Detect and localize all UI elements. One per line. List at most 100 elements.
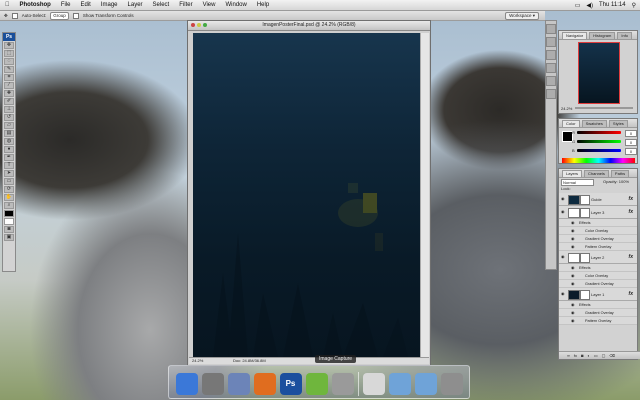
tab-channels[interactable]: Channels (584, 170, 609, 177)
add-style-icon[interactable]: fx (574, 353, 577, 358)
effect-row[interactable]: ◉ Gradient Overlay (559, 235, 637, 243)
visibility-eye-icon[interactable]: ◉ (561, 196, 566, 201)
eraser-tool[interactable]: ▱ (4, 122, 14, 129)
screen-mode-tool[interactable]: ▣ (4, 234, 14, 241)
move-tool[interactable]: ✥ (4, 42, 14, 49)
battery-icon[interactable]: ▭ (575, 2, 581, 9)
downloads-folder-icon[interactable] (414, 372, 437, 395)
firefox-icon[interactable] (253, 372, 276, 395)
menu-help[interactable]: Help (252, 2, 274, 8)
show-transform-checkbox[interactable] (72, 12, 79, 19)
menu-select[interactable]: Select (148, 2, 175, 8)
menu-view[interactable]: View (198, 2, 221, 8)
hand-tool[interactable]: ✋ (4, 194, 14, 201)
paragraph-panel-icon[interactable] (546, 76, 556, 86)
blue-slider[interactable] (577, 149, 621, 152)
preview-icon[interactable] (227, 372, 250, 395)
effect-row[interactable]: ◉ Pattern Overlay (559, 243, 637, 251)
layer-effects-icon[interactable]: fx (629, 254, 633, 260)
effect-visibility-eye-icon[interactable]: ◉ (571, 265, 575, 270)
effect-row[interactable]: ◉ Color Overlay (559, 227, 637, 235)
layer-opacity[interactable]: Opacity: 100% (603, 179, 629, 184)
foreground-color-swatch[interactable] (4, 210, 14, 217)
system-preferences-icon[interactable] (201, 372, 224, 395)
layer-mask-thumbnail[interactable] (580, 195, 590, 205)
spotlight-icon[interactable]: ⚲ (632, 2, 636, 9)
quick-mask-tool[interactable]: ◙ (4, 226, 14, 233)
layer-row[interactable]: ◉ Guide fx (559, 193, 637, 206)
move-tool-icon[interactable]: ✥ (4, 13, 8, 19)
apple-icon[interactable]:  (0, 2, 15, 8)
menu-app-name[interactable]: Photoshop (15, 2, 56, 8)
tab-navigator[interactable]: Navigator (562, 32, 588, 39)
menu-clock[interactable]: Thu 11:14 (599, 2, 626, 8)
layer-effects-icon[interactable]: fx (629, 209, 633, 215)
photoshop-icon[interactable]: Ps (279, 372, 302, 395)
type-tool[interactable]: T (4, 162, 14, 169)
minimize-window-icon[interactable] (197, 23, 201, 27)
quick-selection-tool[interactable]: ✎ (4, 66, 14, 73)
trash-icon[interactable] (440, 372, 463, 395)
layer-mask-thumbnail[interactable] (580, 208, 590, 218)
3d-rotate-tool[interactable]: ⟳ (4, 186, 14, 193)
document-icon[interactable] (362, 372, 385, 395)
history-panel-icon[interactable] (546, 24, 556, 34)
effects-header-row[interactable]: ◉ Effects (559, 301, 637, 309)
menu-layer[interactable]: Layer (123, 2, 148, 8)
effect-row[interactable]: ◉ Gradient Overlay (559, 309, 637, 317)
visibility-eye-icon[interactable]: ◉ (561, 254, 566, 259)
history-brush-tool[interactable]: ↺ (4, 114, 14, 121)
effect-visibility-eye-icon[interactable]: ◉ (571, 220, 575, 225)
brush-tool[interactable]: ✐ (4, 98, 14, 105)
image-capture-icon[interactable] (331, 372, 354, 395)
auto-select-dropdown[interactable]: Group (50, 11, 69, 20)
menu-filter[interactable]: Filter (174, 2, 197, 8)
menu-image[interactable]: Image (96, 2, 123, 8)
zoom-window-icon[interactable] (203, 23, 207, 27)
zoom-tool[interactable]: ⌕ (4, 202, 14, 209)
tab-layers[interactable]: Layers (562, 170, 583, 177)
tab-color[interactable]: Color (562, 120, 580, 127)
effect-visibility-eye-icon[interactable]: ◉ (571, 244, 575, 249)
blend-mode-dropdown[interactable]: Normal (561, 179, 594, 186)
layer-mask-thumbnail[interactable] (580, 290, 590, 300)
add-mask-icon[interactable]: ◙ (581, 353, 583, 358)
menu-file[interactable]: File (56, 2, 76, 8)
tab-styles[interactable]: Styles (608, 120, 628, 127)
background-color-swatch[interactable] (4, 218, 14, 225)
green-value[interactable]: 0 (625, 139, 637, 146)
layer-row[interactable]: ◉ Layer 1 fx (559, 288, 637, 301)
effect-row[interactable]: ◉ Color Overlay (559, 272, 637, 280)
workspace-button[interactable]: Workspace ▾ (505, 11, 539, 20)
lasso-tool[interactable]: ◌ (4, 58, 14, 65)
vertical-scrollbar[interactable] (420, 33, 429, 357)
effect-visibility-eye-icon[interactable]: ◉ (571, 281, 575, 286)
effect-visibility-eye-icon[interactable]: ◉ (571, 310, 575, 315)
actions-panel-icon[interactable] (546, 37, 556, 47)
layer-effects-icon[interactable]: fx (629, 196, 633, 202)
effect-visibility-eye-icon[interactable]: ◉ (571, 302, 575, 307)
layer-mask-thumbnail[interactable] (580, 253, 590, 263)
navigator-zoom-slider[interactable] (575, 107, 633, 109)
finder-icon[interactable] (175, 372, 198, 395)
effect-visibility-eye-icon[interactable]: ◉ (571, 318, 575, 323)
new-group-icon[interactable]: ▭ (594, 353, 598, 358)
effect-row[interactable]: ◉ Pattern Overlay (559, 317, 637, 325)
effects-header-row[interactable]: ◉ Effects (559, 219, 637, 227)
tab-paths[interactable]: Paths (610, 170, 630, 177)
document-title-bar[interactable]: ImagenPosterFinal.psd @ 24.2% (RGB/8) (188, 21, 430, 31)
brushes-panel-icon[interactable] (546, 50, 556, 60)
red-slider[interactable] (577, 131, 621, 134)
new-layer-icon[interactable]: ▢ (602, 353, 606, 358)
path-selection-tool[interactable]: ➤ (4, 170, 14, 177)
layer-row[interactable]: ◉ Layer 2 fx (559, 251, 637, 264)
layer-effects-icon[interactable]: fx (629, 291, 633, 297)
effect-row[interactable]: ◉ Gradient Overlay (559, 280, 637, 288)
marquee-tool[interactable]: ⬚ (4, 50, 14, 57)
delete-layer-icon[interactable]: ⌫ (609, 353, 615, 358)
effects-header-row[interactable]: ◉ Effects (559, 264, 637, 272)
clone-stamp-tool[interactable]: ⊥ (4, 106, 14, 113)
document-canvas[interactable] (193, 33, 420, 357)
healing-brush-tool[interactable]: ✚ (4, 90, 14, 97)
dodge-tool[interactable]: ● (4, 146, 14, 153)
